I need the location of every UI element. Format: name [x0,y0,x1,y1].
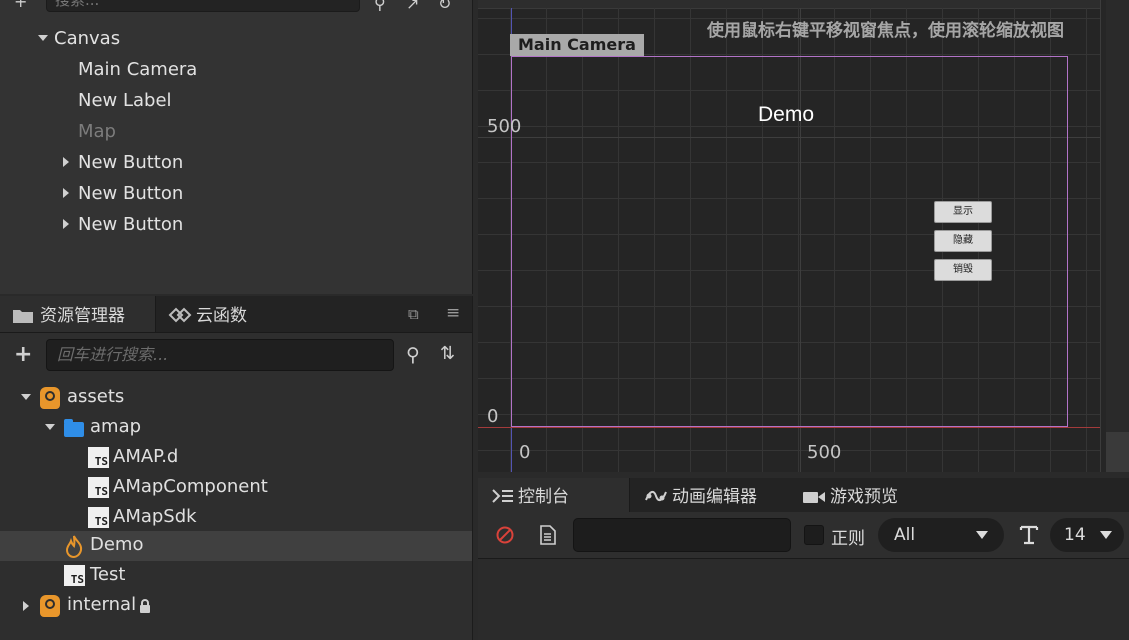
tab-animation-editor[interactable]: 动画编辑器 [632,478,790,512]
expand-arrow-icon[interactable] [38,35,48,41]
asset-row-demo[interactable]: Demo [0,531,472,561]
asset-label: AMAP.d [113,446,179,467]
tree-node-main-camera[interactable]: Main Camera [78,59,197,80]
clear-icon[interactable] [496,526,514,544]
console-panel: 控制台 动画编辑器 游戏预览 正则 All 14 [478,478,1129,640]
font-size-icon [1019,525,1039,545]
asset-row-amap-component[interactable]: TS AMapComponent [0,473,472,503]
locate-icon[interactable]: ↗ [406,0,419,13]
tab-label: 云函数 [196,306,247,326]
collapse-arrow-icon[interactable] [63,157,69,167]
asset-row-test[interactable]: TS Test [0,561,472,591]
scene-fire-icon [65,535,83,558]
regex-label: 正则 [831,529,865,549]
animation-icon [645,490,667,502]
console-toolbar: 正则 All 14 [478,512,1129,559]
log-level-select[interactable]: All [878,518,1004,552]
collapse-arrow-icon[interactable] [63,219,69,229]
scene-viewport[interactable]: Main Camera 使用鼠标右键平移视窗焦点，使用滚轮缩放视图 500 0 … [478,0,1101,472]
hierarchy-search-input[interactable]: 搜索... [46,0,360,12]
tab-label: 动画编辑器 [672,487,757,507]
console-filter-input[interactable] [573,518,791,552]
asset-row-amap-sdk[interactable]: TS AMapSdk [0,503,472,533]
scene-side-strip [1106,0,1129,472]
asset-label: AMapSdk [113,506,197,527]
asset-row-amap-d[interactable]: TS AMAP.d [0,443,472,473]
asset-label: Demo [90,534,144,555]
hide-button-node[interactable]: 隐藏 [934,230,992,252]
ts-file-icon: TS [64,565,85,586]
font-size-value: 14 [1064,525,1086,545]
maximize-icon[interactable]: ⧉ [408,305,419,323]
asset-label: amap [90,416,142,437]
asset-label: internal [67,594,137,615]
scene-side-block [1106,432,1129,472]
menu-icon[interactable]: ≡ [446,303,460,323]
lock-icon [140,599,150,613]
destroy-button-node[interactable]: 销毁 [934,259,992,281]
chevron-down-icon [1100,531,1112,539]
asset-label: AMapComponent [113,476,268,497]
camera-label: Main Camera [510,34,644,56]
tab-cloud-functions[interactable]: 云函数 [156,296,296,332]
tree-node-canvas[interactable]: Canvas [54,28,120,49]
tree-node-new-label[interactable]: New Label [78,90,172,111]
x-tick-label: 500 [807,442,842,463]
x-axis-line [478,427,1100,428]
folder-icon [64,419,84,437]
tree-node-new-button[interactable]: New Button [78,183,183,204]
y-tick-label: 0 [487,406,499,427]
log-file-icon[interactable] [540,525,556,545]
asset-row-internal[interactable]: internal [0,591,472,621]
scene-editor-panel: Main Camera 使用鼠标右键平移视窗焦点，使用滚轮缩放视图 500 0 … [478,0,1129,472]
hierarchy-panel: + 搜索... ⚲ ↗ ↻ Canvas Main Camera New Lab… [0,0,473,294]
tab-assets-manager[interactable]: 资源管理器 [0,296,156,332]
x-tick-label: 0 [519,442,531,463]
console-tabbar: 控制台 动画编辑器 游戏预览 [478,478,1129,513]
tree-node-map[interactable]: Map [78,121,116,142]
ts-file-icon: TS [88,477,109,498]
folder-icon [13,310,33,323]
search-icon[interactable]: ⚲ [406,344,420,366]
sort-icon[interactable]: ⇅ [440,343,455,364]
cloud-function-icon [168,307,192,323]
assets-search-input[interactable]: 回车进行搜索... [46,339,394,371]
demo-label-node[interactable]: Demo [758,103,814,127]
show-button-node[interactable]: 显示 [934,201,992,223]
tab-game-preview[interactable]: 游戏预览 [790,478,940,512]
asset-row-assets[interactable]: assets [0,383,472,413]
tree-node-new-button[interactable]: New Button [78,152,183,173]
package-icon [40,387,60,409]
add-icon[interactable]: + [14,342,32,367]
ts-file-icon: TS [88,447,109,468]
collapse-arrow-icon[interactable] [23,601,29,611]
package-icon [40,595,60,617]
log-level-value: All [894,525,916,545]
asset-label: Test [90,564,126,585]
chevron-down-icon [976,531,988,539]
console-icon [492,489,513,503]
add-icon[interactable]: + [14,0,27,11]
font-size-select[interactable]: 14 [1050,518,1124,552]
refresh-icon[interactable]: ↻ [438,0,451,13]
collapse-arrow-icon[interactable] [63,188,69,198]
tree-node-new-button[interactable]: New Button [78,214,183,235]
asset-row-amap[interactable]: amap [0,413,472,443]
expand-arrow-icon[interactable] [21,394,31,400]
tab-label: 资源管理器 [40,306,125,326]
tab-console[interactable]: 控制台 [478,478,630,512]
tab-label: 游戏预览 [830,487,898,507]
video-icon [803,492,825,503]
hierarchy-toolbar: + 搜索... ⚲ ↗ ↻ [0,0,472,14]
tab-label: 控制台 [518,487,569,507]
assets-tabbar: 资源管理器 云函数 ⧉ ≡ [0,296,472,333]
y-tick-label: 500 [487,116,522,137]
asset-label: assets [67,386,125,407]
expand-arrow-icon[interactable] [45,424,55,430]
regex-checkbox[interactable] [804,525,824,545]
scene-hint-text: 使用鼠标右键平移视窗焦点，使用滚轮缩放视图 [707,21,1064,41]
assets-panel: 资源管理器 云函数 ⧉ ≡ + 回车进行搜索... ⚲ ⇅ assets ama… [0,296,473,640]
search-icon[interactable]: ⚲ [374,0,386,13]
ts-file-icon: TS [88,507,109,528]
